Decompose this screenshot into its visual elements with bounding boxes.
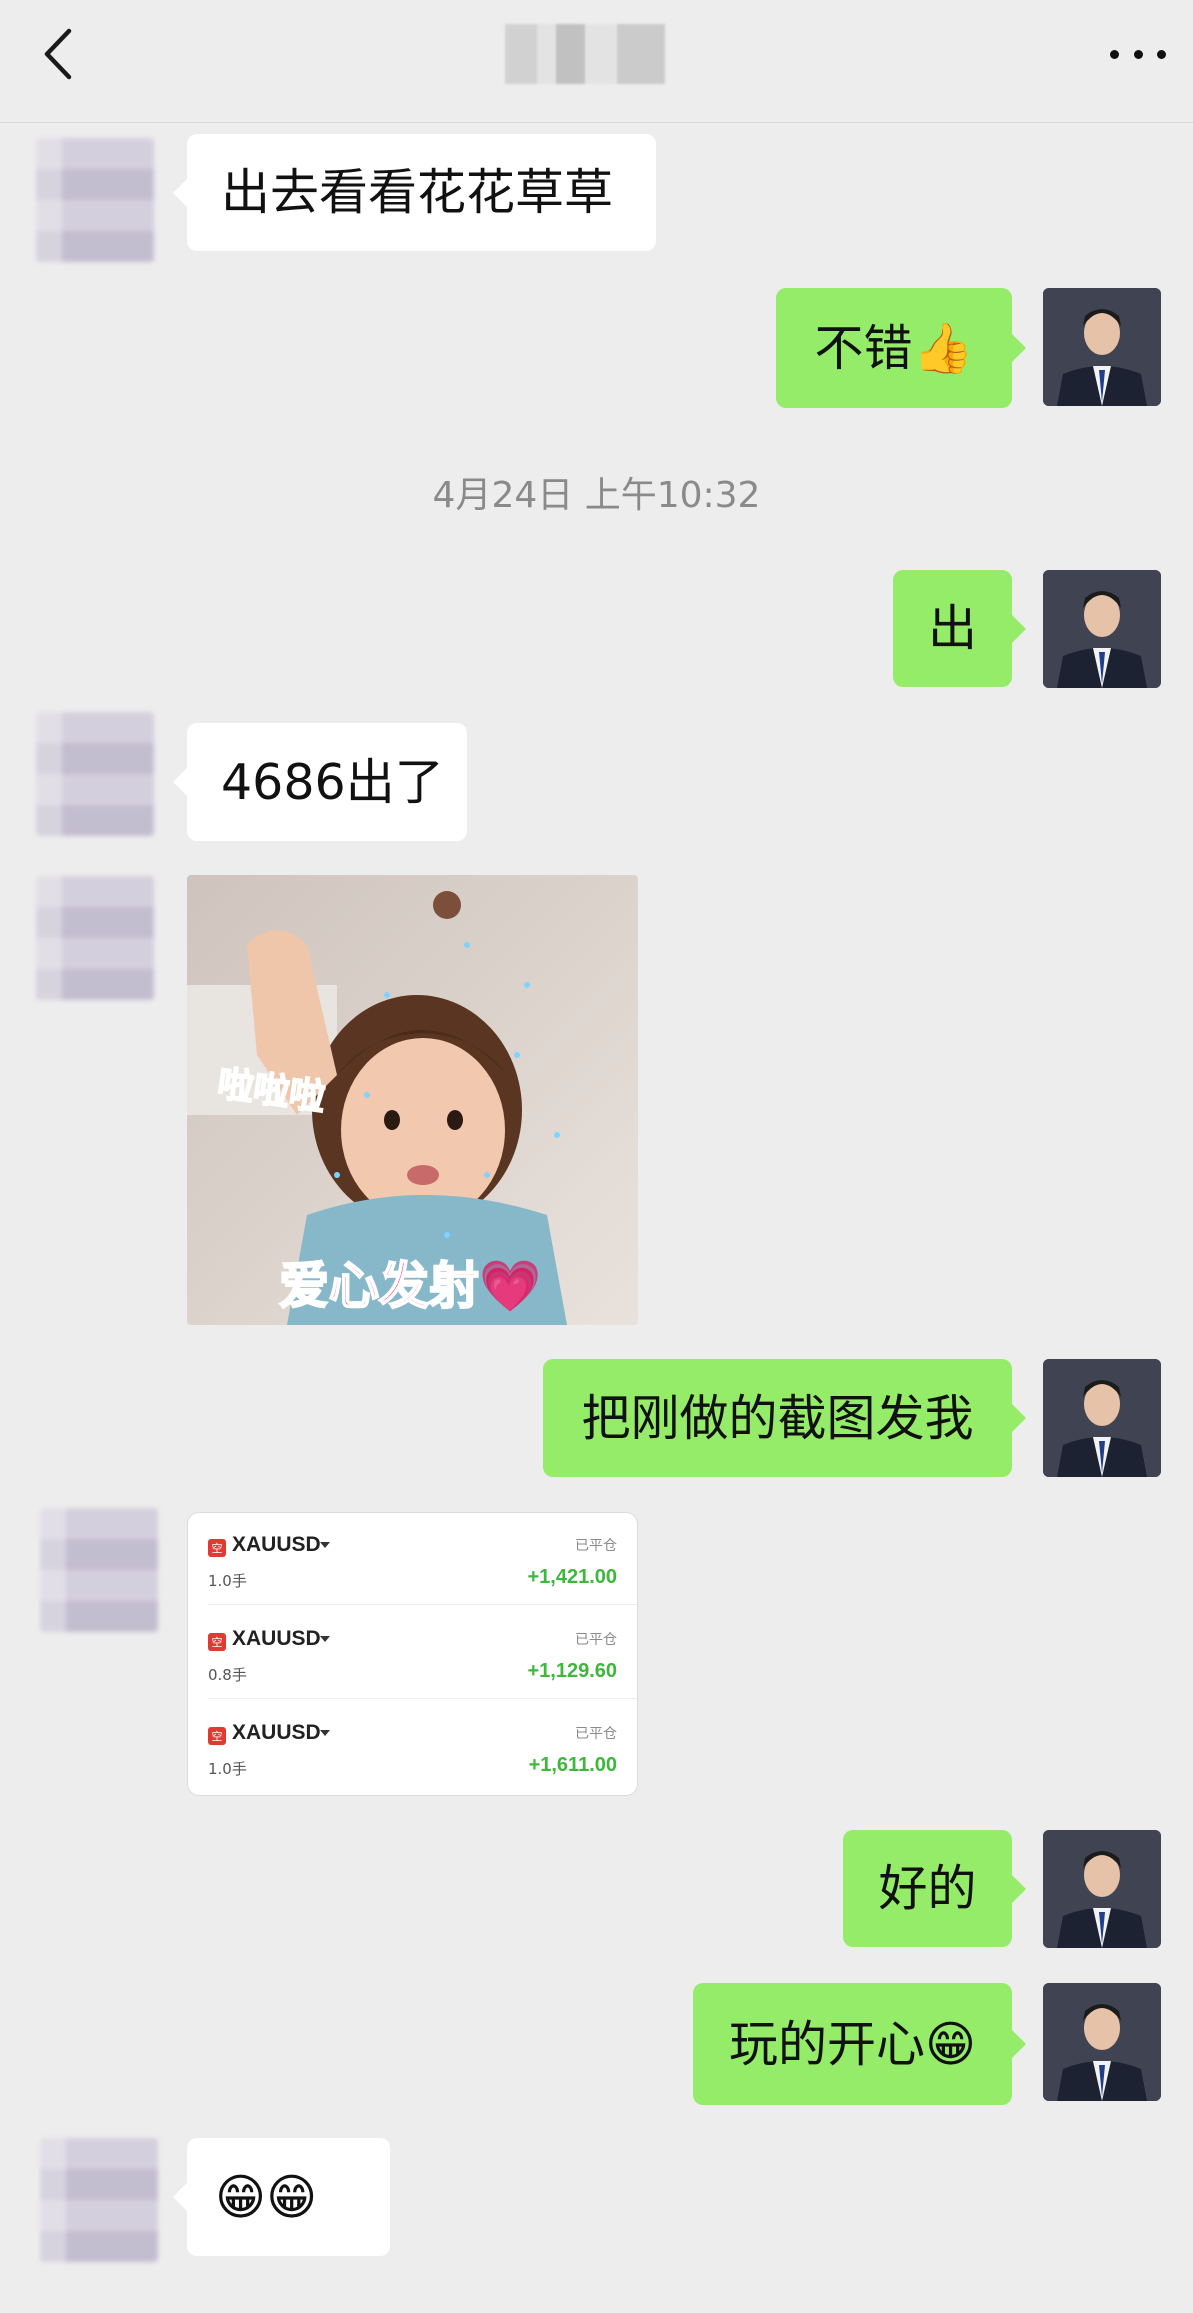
trade-symbol: XAUUSD — [232, 1627, 321, 1650]
caret-down-icon — [320, 1730, 330, 1736]
my-avatar[interactable] — [1043, 1830, 1161, 1948]
contact-name-blurred — [505, 24, 665, 84]
row-divider — [208, 1604, 637, 1605]
contact-avatar[interactable] — [40, 1508, 158, 1632]
message-text: 😁😁 — [215, 2168, 318, 2226]
message-bubble-incoming[interactable]: 4686出了 — [173, 723, 467, 841]
message-text: 4686出了 — [221, 753, 444, 811]
short-tag: 空 — [208, 1539, 226, 1557]
my-avatar[interactable] — [1043, 1359, 1161, 1477]
contact-avatar[interactable] — [36, 138, 154, 262]
message-text: 好的 — [878, 1860, 977, 1917]
sticker-bottom-text: 爱心发射💗 — [279, 1257, 542, 1315]
message-bubble-outgoing[interactable]: 不错👍 — [776, 288, 1026, 408]
message-text: 出 — [927, 600, 977, 657]
back-button[interactable] — [34, 28, 82, 80]
contact-avatar[interactable] — [40, 2138, 158, 2262]
trade-symbol: XAUUSD — [232, 1533, 321, 1556]
my-avatar[interactable] — [1043, 1983, 1161, 2101]
message-bubble-incoming[interactable]: 出去看看花花草草 — [173, 134, 656, 251]
trade-pnl: +1,129.60 — [527, 1660, 617, 1682]
trade-pnl: +1,421.00 — [527, 1566, 617, 1588]
short-tag: 空 — [208, 1633, 226, 1651]
message-bubble-outgoing[interactable]: 出 — [893, 570, 1026, 687]
baby-sticker-illustration: 啦啦啦 爱心发射💗 — [187, 875, 638, 1325]
sticker-image[interactable]: 啦啦啦 爱心发射💗 — [187, 875, 638, 1325]
message-text: 出去看看花花草草 — [221, 164, 614, 221]
message-bubble-outgoing[interactable]: 玩的开心😁 — [693, 1983, 1026, 2105]
contact-avatar[interactable] — [36, 712, 154, 836]
message-text: 玩的开心😁 — [728, 2015, 977, 2073]
caret-down-icon — [320, 1636, 330, 1642]
chevron-left-icon — [44, 28, 72, 80]
trade-lot: 1.0手 — [208, 1572, 247, 1590]
trade-lot: 0.8手 — [208, 1666, 247, 1684]
my-avatar[interactable] — [1043, 570, 1161, 688]
contact-avatar[interactable] — [36, 876, 154, 1000]
trade-status: 已平仓 — [575, 1632, 617, 1648]
more-dots-icon[interactable] — [1110, 44, 1166, 64]
message-timestamp: 4月24日 上午10:32 — [432, 475, 761, 516]
message-text: 把刚做的截图发我 — [581, 1389, 974, 1447]
trade-row: 空 XAUUSD 已平仓 1.0手 +1,421.00 — [188, 1513, 637, 1605]
trade-symbol: XAUUSD — [232, 1721, 321, 1744]
message-bubble-incoming[interactable]: 😁😁 — [173, 2138, 390, 2256]
trade-status: 已平仓 — [575, 1726, 617, 1742]
message-bubble-outgoing[interactable]: 把刚做的截图发我 — [543, 1359, 1026, 1477]
message-text: 不错👍 — [814, 319, 974, 377]
trade-pnl: +1,611.00 — [528, 1754, 617, 1776]
trade-row: 空 XAUUSD 已平仓 0.8手 +1,129.60 — [188, 1607, 637, 1699]
my-avatar[interactable] — [1043, 288, 1161, 406]
short-tag: 空 — [208, 1727, 226, 1745]
trade-lot: 1.0手 — [208, 1760, 247, 1778]
row-divider — [208, 1698, 637, 1699]
chat-header — [0, 0, 1193, 123]
trade-row: 空 XAUUSD 已平仓 1.0手 +1,611.00 — [188, 1701, 637, 1793]
caret-down-icon — [320, 1542, 330, 1548]
trade-screenshot-card[interactable]: 空 XAUUSD 已平仓 1.0手 +1,421.00 空 XAUUSD 已平仓… — [187, 1512, 638, 1796]
trade-status: 已平仓 — [575, 1538, 617, 1554]
message-bubble-outgoing[interactable]: 好的 — [843, 1830, 1026, 1947]
